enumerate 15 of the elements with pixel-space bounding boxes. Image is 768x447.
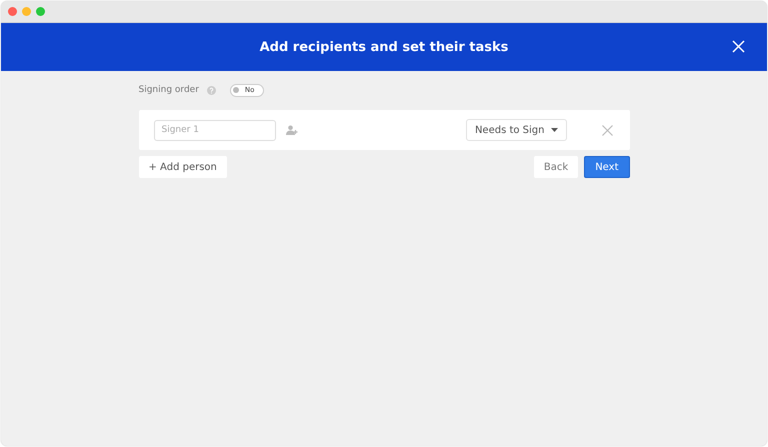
dialog-title: Add recipients and set their tasks <box>260 40 508 54</box>
caret-icon <box>550 128 558 132</box>
add-person-button[interactable]: + Add person <box>138 156 227 178</box>
signing-order-label: Signing order <box>138 85 199 95</box>
role-dropdown[interactable]: Needs to Sign <box>466 119 566 141</box>
remove-icon[interactable] <box>602 124 612 136</box>
zoom-window-control[interactable] <box>36 7 45 16</box>
close-window-control[interactable] <box>8 7 17 16</box>
back-button[interactable]: Back <box>534 156 578 178</box>
help-icon[interactable] <box>206 86 216 94</box>
signer-name-field[interactable]: Signer 1 <box>154 120 276 140</box>
next-button[interactable]: Next <box>584 156 630 178</box>
close-icon[interactable] <box>732 40 745 53</box>
minimize-window-control[interactable] <box>22 7 31 16</box>
add-user-icon[interactable] <box>286 125 298 135</box>
